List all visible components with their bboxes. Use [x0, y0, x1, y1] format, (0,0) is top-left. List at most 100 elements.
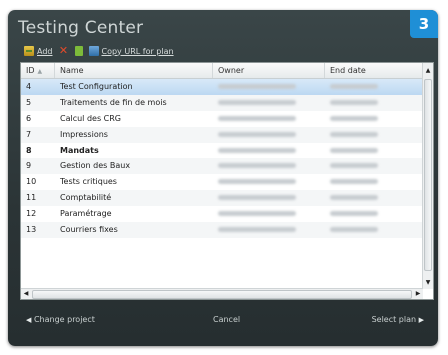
cell-name: Calcul des CRG	[60, 113, 121, 123]
cell-id: 9	[26, 161, 32, 171]
redacted-text	[218, 115, 296, 121]
table-row[interactable]: 12 Paramétrage	[21, 206, 423, 222]
sort-ascending-icon: ▲	[37, 68, 43, 75]
table-row[interactable]: 7 Impressions	[21, 126, 423, 143]
vertical-scroll-thumb[interactable]	[424, 79, 432, 271]
table-row[interactable]: 6 Calcul des CRG	[21, 111, 423, 127]
change-project-button[interactable]: ◀ Change project	[26, 315, 95, 324]
table-row[interactable]: 5 Traitements de fin de mois	[21, 94, 423, 111]
redacted-text	[218, 99, 296, 105]
redacted-text	[330, 163, 378, 169]
cell-id: 12	[26, 209, 37, 219]
redacted-text	[330, 115, 378, 121]
cell-name: Mandats	[60, 145, 99, 155]
dialog-footer: ◀ Change project Cancel Select plan ▶	[8, 311, 438, 331]
cell-name: Test Configuration	[60, 82, 133, 91]
cell-id: 6	[26, 113, 32, 123]
arrow-left-icon: ◀	[26, 316, 32, 324]
redacted-text	[330, 211, 378, 217]
redacted-text	[218, 84, 296, 89]
cell-id: 13	[26, 225, 37, 235]
scroll-down-icon[interactable]: ▼	[423, 278, 433, 288]
cell-id: 10	[26, 177, 37, 187]
cell-end-date-redacted	[325, 190, 423, 206]
copy-url-button[interactable]: Copy URL for plan	[88, 46, 174, 56]
copy-url-label: Copy URL for plan	[101, 46, 174, 56]
redacted-text	[330, 147, 378, 153]
horizontal-scroll-thumb[interactable]	[32, 290, 412, 299]
cell-end-date-redacted	[325, 127, 423, 143]
scroll-left-icon[interactable]: ◀	[21, 289, 31, 299]
add-icon	[24, 46, 34, 56]
delete-button[interactable]: ✕	[58, 44, 69, 57]
redacted-text	[330, 99, 378, 105]
table-row[interactable]: 4 Test Configuration	[21, 79, 423, 95]
cell-end-date-redacted	[325, 79, 423, 95]
column-header-name[interactable]: Name	[55, 63, 213, 78]
copy-url-icon	[88, 46, 99, 56]
redacted-text	[218, 211, 296, 217]
table-row[interactable]: 8 Mandats	[21, 143, 423, 159]
redacted-text	[330, 84, 378, 89]
cell-name: Gestion des Baux	[60, 161, 131, 171]
redacted-text	[218, 147, 296, 153]
document-icon	[74, 46, 83, 56]
column-header-owner[interactable]: Owner	[213, 63, 325, 78]
grid-header: ID ▲ Name Owner End date	[21, 63, 423, 79]
add-label: Add	[37, 46, 53, 56]
cell-end-date-redacted	[325, 95, 423, 111]
cell-end-date-redacted	[325, 143, 423, 159]
cell-name: Traitements de fin de mois	[60, 97, 167, 107]
cell-id: 8	[26, 145, 32, 155]
cell-name: Impressions	[60, 129, 108, 139]
table-row[interactable]: 11 Comptabilité	[21, 190, 423, 207]
arrow-right-icon: ▶	[418, 316, 424, 324]
horizontal-scrollbar[interactable]: ◀ ▶	[21, 288, 423, 299]
grid-rows: 4 Test Configuration 5 Traitements de fin d…	[21, 79, 423, 238]
add-button[interactable]: Add	[24, 46, 53, 56]
cell-name: Courriers fixes	[60, 225, 118, 235]
testing-center-dialog: Testing Center 3 Add ✕ Copy URL for plan…	[8, 10, 438, 346]
dialog-title: Testing Center	[18, 18, 144, 38]
redacted-text	[330, 227, 378, 233]
cell-name: Tests critiques	[60, 177, 117, 187]
cell-owner-redacted	[213, 79, 325, 95]
cell-end-date-redacted	[325, 158, 423, 174]
redacted-text	[330, 131, 378, 137]
cell-id: 5	[26, 97, 32, 107]
vertical-scrollbar[interactable]: ▲ ▼	[422, 63, 433, 289]
table-row[interactable]: 10 Tests critiques	[21, 174, 423, 190]
cell-owner-redacted	[213, 158, 325, 174]
cancel-button[interactable]: Cancel	[213, 315, 240, 324]
cell-owner-redacted	[213, 127, 325, 143]
cell-name: Paramétrage	[60, 209, 112, 219]
table-row[interactable]: 9 Gestion des Baux	[21, 158, 423, 175]
column-header-id[interactable]: ID ▲	[21, 63, 55, 78]
redacted-text	[218, 131, 296, 137]
cell-end-date-redacted	[325, 174, 423, 190]
redacted-text	[330, 195, 378, 201]
redacted-text	[330, 179, 378, 185]
step-badge: 3	[410, 10, 438, 38]
cell-id: 11	[26, 193, 37, 203]
redacted-text	[218, 227, 296, 233]
scroll-up-icon[interactable]: ▲	[423, 66, 433, 76]
cell-owner-redacted	[213, 190, 325, 206]
table-row[interactable]: 13 Courriers fixes	[21, 222, 423, 238]
redacted-text	[218, 163, 296, 169]
cell-owner-redacted	[213, 222, 325, 238]
cell-end-date-redacted	[325, 222, 423, 238]
cell-name: Comptabilité	[60, 193, 112, 203]
scroll-right-icon[interactable]: ▶	[413, 289, 423, 299]
plans-grid: ID ▲ Name Owner End date 4 Test Configurat…	[20, 62, 434, 300]
cell-id: 7	[26, 129, 32, 139]
delete-icon: ✕	[58, 44, 69, 57]
select-plan-button[interactable]: Select plan ▶	[372, 315, 424, 324]
document-button[interactable]	[74, 46, 83, 56]
cell-id: 4	[26, 82, 32, 91]
column-header-end-date[interactable]: End date	[325, 63, 423, 78]
cell-owner-redacted	[213, 111, 325, 127]
toolbar: Add ✕ Copy URL for plan	[24, 44, 174, 58]
cell-owner-redacted	[213, 206, 325, 222]
cell-owner-redacted	[213, 95, 325, 111]
